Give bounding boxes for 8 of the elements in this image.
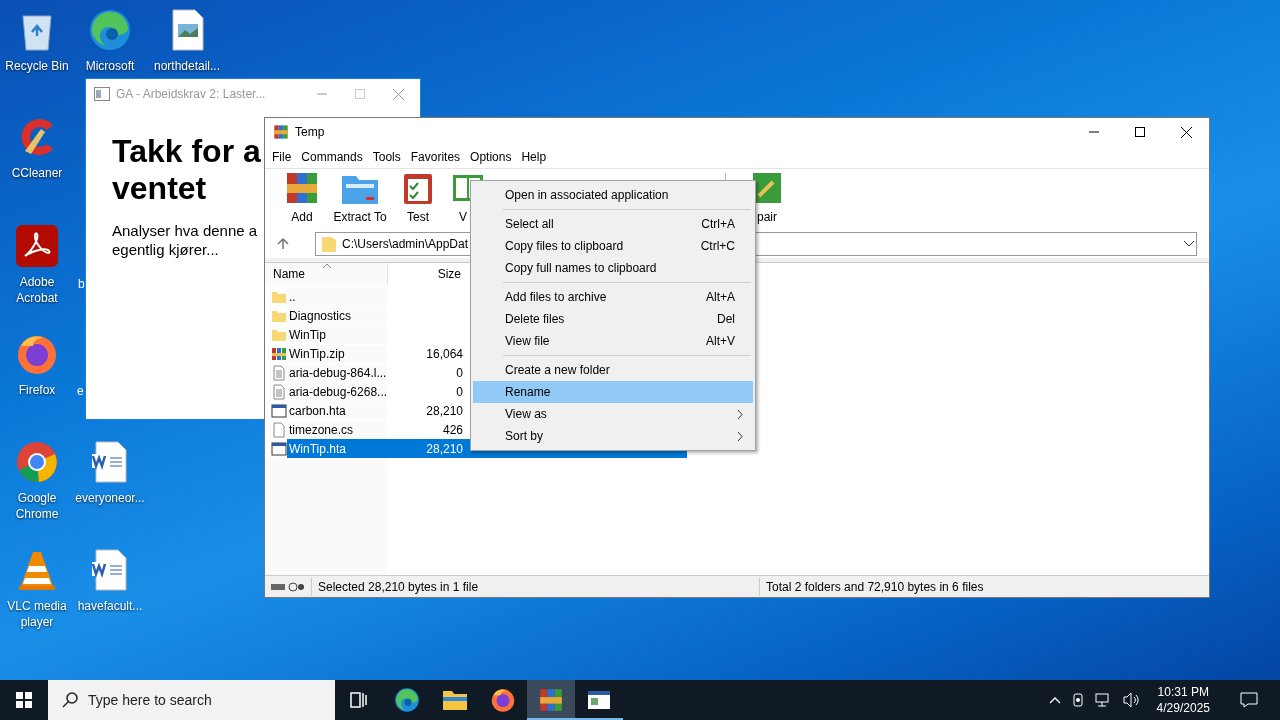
window-title: GA - Arbeidskrav 2: Laster... [116,86,266,103]
status-text: Total 2 folders and 72,910 bytes in 6 files [759,577,984,596]
heading: Takk for a [112,133,261,170]
heading: ventet [112,170,207,207]
window-title: Temp [295,124,325,141]
paragraph: egentlig kjører... [112,240,219,259]
paragraph: Analyser hva denne a [112,221,258,240]
status-text: Selected 28,210 bytes in 1 file [311,577,759,596]
